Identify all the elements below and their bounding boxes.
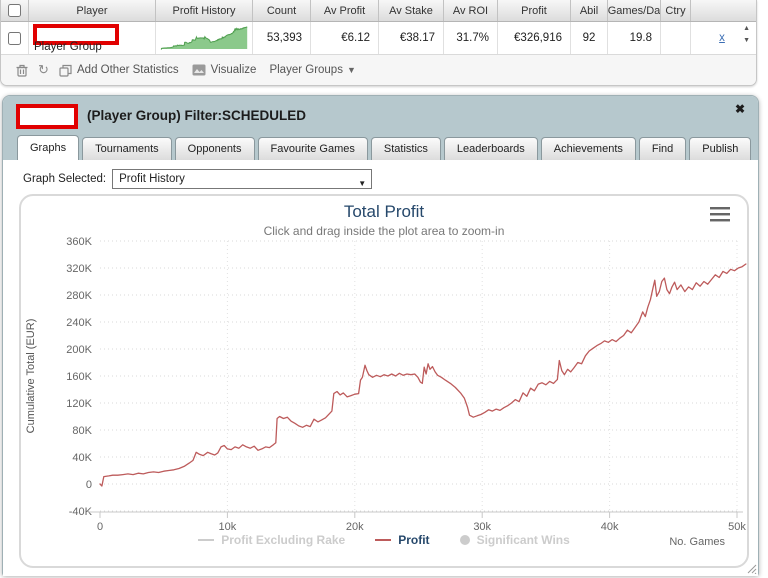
col-header-profit: Profit [498, 0, 571, 21]
legend-circle-marker [459, 535, 470, 545]
tab-publish[interactable]: Publish [689, 137, 752, 160]
tab-graphs[interactable]: Graphs [17, 135, 80, 160]
header-checkbox-cell [1, 0, 29, 21]
games-per-day-cell: 19.8 [608, 22, 661, 54]
svg-text:320K: 320K [66, 263, 92, 275]
remove-row-link[interactable]: x [719, 32, 725, 44]
svg-text:120K: 120K [66, 398, 92, 410]
legend-item-profit[interactable]: Profit [375, 533, 430, 547]
count-cell: 53,393 [253, 22, 311, 54]
spinner-down-icon[interactable]: ▼ [743, 37, 750, 44]
image-icon [192, 63, 207, 78]
tab-tournaments[interactable]: Tournaments [82, 137, 172, 160]
svg-text:80K: 80K [72, 425, 92, 437]
col-header-profit-history: Profit History [156, 0, 253, 21]
col-header-abil: Abil [571, 0, 608, 21]
chevron-down-icon: ▼ [346, 65, 356, 75]
row-spinner[interactable]: ▲ ▼ [743, 25, 750, 44]
chart-title: Total Profit [343, 202, 425, 221]
resize-grip[interactable] [746, 563, 757, 574]
profit-chart[interactable]: 360K 320K 280K 240K 200K 160K 120K 80K 40K 0 -40K 0… [19, 194, 749, 568]
visualize-button[interactable]: Visualize [192, 63, 256, 78]
row-checkbox[interactable] [8, 31, 21, 45]
tab-bar: Graphs Tournaments Opponents Favourite Game… [17, 135, 752, 160]
select-arrow-icon: ▼ [358, 179, 367, 188]
legend-label: Profit Excluding Rake [221, 533, 346, 547]
svg-text:20k: 20k [346, 521, 364, 533]
panel-header: (Player Group) Filter:SCHEDULED ✖ Graphs… [3, 96, 758, 160]
trash-icon[interactable] [14, 63, 29, 78]
chart-plot-area[interactable]: 360K320K280K240K200K160K120K80K40K0-40K0… [21, 196, 747, 566]
table-row: Player Group 53,393 €6.12 €38.17 31.7% €… [1, 22, 756, 55]
close-icon[interactable]: ✖ [735, 102, 745, 116]
col-header-count: Count [253, 0, 311, 21]
legend-item-significant-wins[interactable]: Significant Wins [459, 533, 570, 547]
svg-text:50k: 50k [728, 521, 746, 533]
legend-label: Profit [398, 533, 430, 547]
legend-label: Significant Wins [476, 533, 570, 547]
col-header-av-profit: Av Profit [311, 0, 379, 21]
chart-legend: Profit Excluding Rake Profit Significant W… [21, 533, 747, 547]
tab-leaderboards[interactable]: Leaderboards [443, 137, 538, 160]
spinner-up-icon[interactable]: ▲ [743, 25, 750, 32]
legend-item-profit-excluding-rake[interactable]: Profit Excluding Rake [198, 533, 345, 547]
chart-menu-icon[interactable] [710, 207, 730, 225]
profit-cell: €326,916 [498, 22, 571, 54]
player-group-panel: (Player Group) Filter:SCHEDULED ✖ Graphs… [2, 95, 759, 576]
svg-text:40k: 40k [601, 521, 619, 533]
svg-text:240K: 240K [66, 317, 92, 329]
player-name: Player Group [34, 41, 102, 53]
refresh-icon[interactable]: ↻ [36, 62, 51, 78]
svg-text:200K: 200K [66, 344, 92, 356]
x-axis-title: No. Games [669, 536, 725, 548]
av-stake-cell: €38.17 [379, 22, 444, 54]
col-header-player: Player [29, 0, 156, 21]
tab-statistics[interactable]: Statistics [370, 137, 441, 160]
svg-text:280K: 280K [66, 290, 92, 302]
redaction-box [16, 104, 78, 129]
graph-select[interactable]: Profit History ▼ [112, 169, 373, 189]
table-toolbar: ↻ Add Other Statistics Visualize Player … [1, 55, 756, 85]
svg-text:0: 0 [86, 479, 92, 491]
chart-subtitle: Click and drag inside the plot area to z… [263, 224, 505, 238]
col-header-av-stake: Av Stake [379, 0, 444, 21]
tab-achievements[interactable]: Achievements [540, 137, 636, 160]
panel-title: (Player Group) Filter:SCHEDULED [87, 108, 307, 123]
svg-text:40K: 40K [72, 452, 92, 464]
copy-icon [58, 63, 73, 78]
legend-line-marker [198, 539, 215, 541]
ability-cell: 92 [571, 22, 608, 54]
svg-text:160K: 160K [66, 371, 92, 383]
legend-line-marker [375, 539, 392, 541]
av-profit-cell: €6.12 [311, 22, 379, 54]
col-header-av-roi: Av ROI [444, 0, 498, 21]
profit-history-sparkline [160, 26, 248, 51]
select-all-checkbox[interactable] [8, 4, 21, 17]
table-header-row: Player Profit History Count Av Profit Av Sta… [1, 0, 756, 22]
col-header-actions [691, 0, 753, 21]
svg-text:30k: 30k [473, 521, 491, 533]
tab-favourite-games[interactable]: Favourite Games [257, 137, 368, 160]
col-header-ctry: Ctry [661, 0, 691, 21]
graph-selected-label: Graph Selected: [23, 173, 107, 185]
svg-text:Cumulative Total (EUR): Cumulative Total (EUR) [25, 319, 37, 434]
panel-body: Graph Selected: Profit History ▼ 360K 320… [3, 160, 758, 576]
svg-text:0: 0 [97, 521, 103, 533]
player-groups-dropdown[interactable]: Player Groups ▼ [269, 64, 355, 76]
country-cell [661, 22, 691, 54]
col-header-games-da: Games/Da [608, 0, 661, 21]
add-other-statistics-button[interactable]: Add Other Statistics [58, 63, 179, 78]
tab-find[interactable]: Find [638, 137, 687, 160]
svg-text:10k: 10k [219, 521, 237, 533]
player-stats-table: Player Profit History Count Av Profit Av Sta… [0, 0, 757, 86]
av-roi-cell: 31.7% [444, 22, 498, 54]
tab-opponents[interactable]: Opponents [174, 137, 255, 160]
